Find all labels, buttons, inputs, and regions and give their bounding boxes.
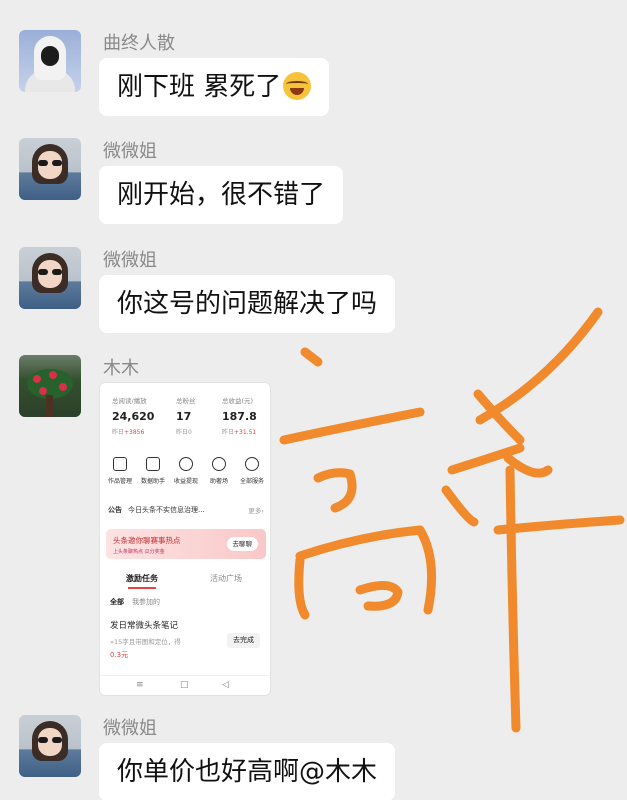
message-text: 你这号的问题解决了吗 bbox=[117, 289, 378, 319]
task-reward: 0.3元 bbox=[110, 651, 129, 659]
stat-label: 总粉丝 bbox=[176, 397, 196, 405]
task-complete-button[interactable]: 去完成 bbox=[227, 633, 260, 648]
bar-chart-icon bbox=[146, 457, 160, 471]
task-tabs: 激励任务 活动广场 bbox=[100, 569, 270, 589]
stat-fans: 总粉丝 17 昨日0 bbox=[176, 395, 196, 436]
menu-icon[interactable]: ≡ bbox=[136, 680, 144, 690]
filter-mine[interactable]: 我参加的 bbox=[132, 598, 160, 606]
sender-name: 微微姐 bbox=[103, 141, 157, 162]
image-message[interactable]: 总阅读/播放 24,620 昨日+3856 总粉丝 17 昨日0 总收益(元) … bbox=[99, 382, 271, 696]
stat-value: 187.8 bbox=[222, 410, 257, 423]
sender-name: 微微姐 bbox=[103, 718, 157, 739]
message-bubble[interactable]: 你这号的问题解决了吗 bbox=[99, 275, 396, 333]
notice-tag: 公告 bbox=[108, 506, 122, 514]
sender-name: 曲终人散 bbox=[103, 33, 175, 54]
filter-all[interactable]: 全部 bbox=[110, 598, 124, 606]
stat-sub: 昨日+31.51 bbox=[222, 429, 257, 436]
tool-data[interactable]: 数据助手 bbox=[136, 457, 170, 485]
task-title: 发日常微头条笔记 bbox=[110, 621, 179, 631]
stat-label: 总阅读/播放 bbox=[112, 397, 147, 405]
tool-all[interactable]: 全部服务 bbox=[235, 457, 269, 485]
girl-sunglasses-avatar[interactable] bbox=[19, 715, 81, 777]
message-bubble[interactable]: 你单价也好高啊@木木 bbox=[99, 743, 396, 800]
tool-venue[interactable]: 助奢场 bbox=[202, 457, 236, 485]
banner-title: 头条邀你聊赛事热点 bbox=[113, 536, 181, 545]
crying-laughing-emoji-icon bbox=[283, 72, 312, 100]
sender-name: 木木 bbox=[103, 358, 139, 379]
tool-withdraw[interactable]: 收益提现 bbox=[169, 457, 203, 485]
stat-value: 24,620 bbox=[112, 410, 155, 423]
banner-button[interactable]: 去聊聊 bbox=[226, 537, 258, 551]
stat-sub: 昨日+3856 bbox=[112, 429, 145, 436]
task-filter: 全部 我参加的 bbox=[110, 597, 160, 607]
handwritten-annotation bbox=[279, 307, 625, 733]
tree-flowers-avatar[interactable] bbox=[19, 355, 81, 417]
message-bubble[interactable]: 刚下班 累死了 bbox=[99, 58, 330, 116]
task-card: 发日常微头条笔记 »15字且带图和定位，得 0.3元 去完成 bbox=[110, 619, 264, 665]
more-icon bbox=[245, 457, 259, 471]
back-icon[interactable]: ◁ bbox=[222, 680, 229, 690]
notice-text: 今日头条不实信息治理... bbox=[128, 506, 205, 514]
tab-incentive-tasks[interactable]: 激励任务 bbox=[126, 573, 158, 589]
tool-works[interactable]: 作品管理 bbox=[103, 457, 137, 485]
stat-income: 总收益(元) 187.8 昨日+31.51 bbox=[222, 395, 257, 436]
sender-name: 微微姐 bbox=[103, 250, 157, 271]
message-text: 刚开始，很不错了 bbox=[117, 180, 326, 210]
tab-activity-square[interactable]: 活动广场 bbox=[210, 573, 242, 584]
stat-reads: 总阅读/播放 24,620 昨日+3856 bbox=[112, 395, 154, 436]
stat-sub: 昨日0 bbox=[176, 429, 192, 436]
stat-label: 总收益(元) bbox=[222, 397, 254, 405]
home-icon[interactable]: □ bbox=[180, 680, 189, 690]
hooded-figure-avatar[interactable] bbox=[19, 30, 81, 92]
message-bubble[interactable]: 刚开始，很不错了 bbox=[99, 166, 344, 224]
message-text: 刚下班 累死了 bbox=[117, 72, 282, 102]
notice-bar[interactable]: 公告 今日头条不实信息治理... 更多› bbox=[108, 505, 264, 521]
banner-subtitle: 上头条聊热点 瓜分奖金 bbox=[113, 549, 165, 555]
stat-value: 17 bbox=[176, 410, 192, 423]
coin-icon bbox=[179, 457, 193, 471]
girl-sunglasses-avatar[interactable] bbox=[19, 247, 81, 309]
girl-sunglasses-avatar[interactable] bbox=[19, 138, 81, 200]
promo-banner[interactable]: 头条邀你聊赛事热点 上头条聊热点 瓜分奖金 去聊聊 bbox=[106, 529, 266, 559]
message-text: 你单价也好高啊@木木 bbox=[117, 757, 378, 787]
gear-icon bbox=[212, 457, 226, 471]
system-nav-bar: ≡ □ ◁ bbox=[100, 675, 270, 695]
notice-more-link[interactable]: 更多› bbox=[248, 505, 264, 515]
handwriting-strokes bbox=[279, 307, 625, 733]
document-icon bbox=[113, 457, 127, 471]
